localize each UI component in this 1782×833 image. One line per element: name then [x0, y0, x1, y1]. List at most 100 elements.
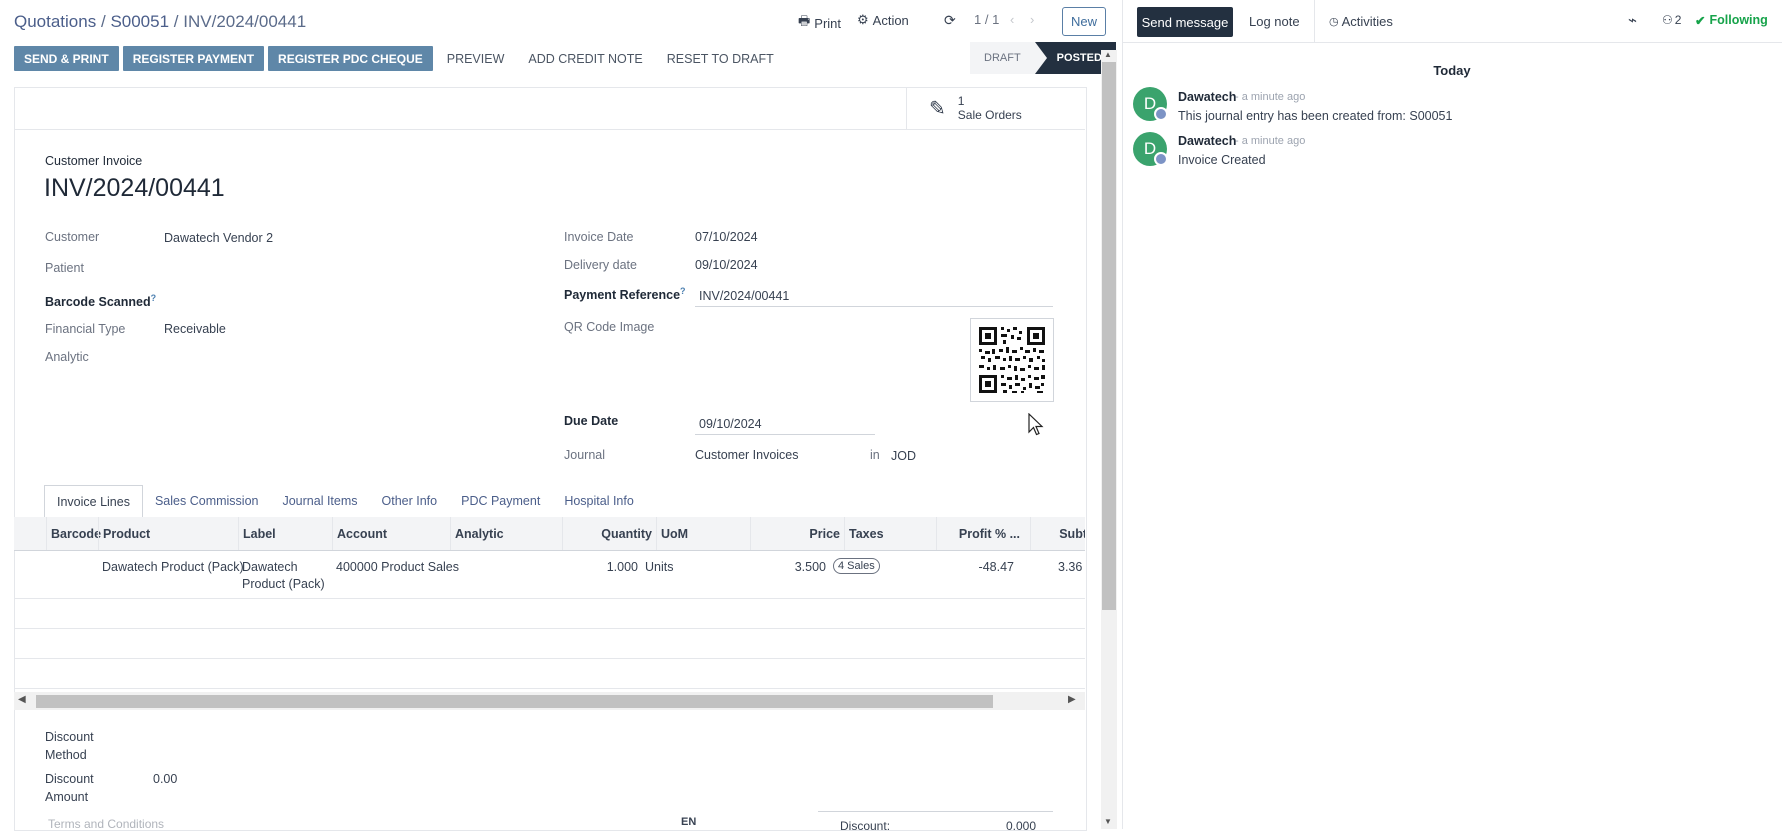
customer-label: Customer — [45, 230, 100, 244]
status-draft[interactable]: DRAFT — [970, 42, 1035, 74]
chatter-header-divider — [1122, 42, 1782, 43]
customer-field[interactable]: Dawatech Vendor 2 — [164, 231, 273, 245]
scroll-down-icon[interactable]: ▼ — [1104, 817, 1112, 826]
add-credit-note-button[interactable]: ADD CREDIT NOTE — [518, 46, 652, 71]
reset-to-draft-button[interactable]: RESET TO DRAFT — [657, 46, 784, 71]
date-separator: Today — [1433, 63, 1471, 78]
followers-count: 2 — [1674, 13, 1682, 27]
col-price[interactable]: Price — [750, 517, 844, 550]
tab-journal-items[interactable]: Journal Items — [270, 485, 369, 518]
action-button[interactable]: ⚙ Action — [857, 12, 909, 28]
sale-orders-smart-button[interactable]: ✎ 1 Sale Orders — [906, 87, 1084, 129]
pager-prev-icon[interactable]: ‹ — [1010, 12, 1014, 27]
qr-code-label: QR Code Image — [564, 320, 655, 334]
row-label-line1[interactable]: Dawatech — [242, 560, 298, 574]
col-subtotal[interactable]: Subt — [1030, 517, 1085, 550]
barcode-scanned-text: Barcode Scanned — [45, 295, 151, 310]
row-subtotal[interactable]: 3.36 — [1058, 560, 1085, 574]
col-uom[interactable]: UoM — [656, 517, 750, 550]
col-taxes[interactable]: Taxes — [844, 517, 936, 550]
col-product[interactable]: Product — [98, 517, 238, 550]
tab-other-info[interactable]: Other Info — [370, 485, 450, 518]
payment-reference-input[interactable]: INV/2024/00441 — [695, 289, 1053, 307]
row-product[interactable]: Dawatech Product (Pack) — [102, 560, 244, 574]
following-button[interactable]: ✔ Following — [1695, 13, 1768, 28]
language-badge[interactable]: EN — [681, 816, 696, 828]
log-note-button[interactable]: Log note — [1249, 14, 1300, 29]
register-payment-button[interactable]: REGISTER PAYMENT — [122, 46, 265, 71]
new-button[interactable]: New — [1062, 7, 1106, 36]
payment-reference-text: Payment Reference — [564, 288, 681, 303]
totals-divider — [818, 811, 1053, 812]
row-uom[interactable]: Units — [645, 560, 673, 574]
journal-field[interactable]: Customer Invoices — [695, 448, 799, 462]
message-body: Invoice Created — [1178, 153, 1266, 167]
row-profit[interactable]: -48.47 — [940, 560, 1014, 574]
row-taxes[interactable]: 4 Sales — [833, 558, 880, 574]
table-row[interactable] — [14, 550, 1085, 598]
col-barcode[interactable]: Barcode — [46, 517, 101, 550]
send-print-button[interactable]: SEND & PRINT — [14, 46, 119, 71]
due-date-input[interactable]: 09/10/2024 — [695, 417, 875, 435]
row-price[interactable]: 3.500 — [740, 560, 826, 574]
register-pdc-cheque-button[interactable]: REGISTER PDC CHEQUE — [268, 46, 433, 71]
tab-sales-commission[interactable]: Sales Commission — [143, 485, 271, 518]
col-analytic[interactable]: Analytic — [450, 517, 562, 550]
scroll-up-icon[interactable]: ▲ — [1104, 50, 1112, 59]
horizontal-scrollbar-thumb[interactable] — [36, 695, 993, 708]
col-account[interactable]: Account — [332, 517, 450, 550]
message-author[interactable]: Dawatech — [1178, 90, 1236, 104]
status-bar: DRAFT POSTED — [970, 42, 1116, 74]
tab-invoice-lines[interactable]: Invoice Lines — [44, 485, 143, 518]
invoice-date-field[interactable]: 07/10/2024 — [695, 230, 758, 244]
help-icon[interactable]: ? — [151, 293, 157, 303]
activities-button[interactable]: ◷ Activities — [1329, 14, 1393, 29]
send-message-button[interactable]: Send message — [1137, 7, 1233, 37]
discount-amount-label-2: Amount — [45, 790, 89, 804]
paperclip-icon[interactable]: ⌁ — [1628, 11, 1637, 29]
row-quantity[interactable]: 1.000 — [560, 560, 638, 574]
invoice-number: INV/2024/00441 — [44, 174, 225, 202]
financial-type-field[interactable]: Receivable — [164, 322, 226, 336]
discount-amount-field[interactable]: 0.00 — [153, 772, 177, 786]
followers-button[interactable]: ⚇ 2 — [1662, 13, 1681, 27]
payment-reference-label: Payment Reference? — [564, 286, 686, 302]
pager-next-icon[interactable]: › — [1030, 12, 1034, 27]
preview-button[interactable]: PREVIEW — [437, 46, 515, 71]
delivery-date-label: Delivery date — [564, 258, 637, 272]
row-account[interactable]: 400000 Product Sales — [336, 560, 459, 574]
pager-value[interactable]: 1 / 1 — [974, 12, 999, 27]
help-icon[interactable]: ? — [680, 286, 686, 296]
patient-label: Patient — [45, 261, 84, 275]
due-date-label: Due Date — [564, 414, 619, 428]
scroll-left-icon[interactable]: ◀ — [18, 694, 26, 705]
print-button[interactable]: 🖶 Print — [798, 12, 841, 34]
chatter-tab-divider — [1314, 0, 1315, 42]
tab-hospital-info[interactable]: Hospital Info — [552, 485, 645, 518]
vertical-scrollbar-thumb[interactable] — [1102, 62, 1116, 610]
row-divider — [14, 598, 1085, 599]
delivery-date-field[interactable]: 09/10/2024 — [695, 258, 758, 272]
col-quantity[interactable]: Quantity — [562, 517, 656, 550]
currency-field[interactable]: JOD — [891, 449, 916, 463]
message-body: This journal entry has been created from… — [1178, 109, 1453, 123]
invoice-date-label: Invoice Date — [564, 230, 634, 244]
scroll-right-icon[interactable]: ▶ — [1068, 694, 1076, 705]
row-divider — [14, 628, 1085, 629]
message-time: - a minute ago — [1235, 135, 1306, 147]
activities-label: Activities — [1341, 14, 1393, 29]
check-icon: ✔ — [1695, 14, 1706, 28]
presence-icon — [1154, 152, 1168, 166]
breadcrumb: Quotations / S00051 / INV/2024/00441 — [14, 12, 306, 32]
journal-in-label: in — [870, 448, 880, 462]
tab-pdc-payment[interactable]: PDC Payment — [449, 485, 552, 518]
discount-method-label-2: Method — [45, 748, 87, 762]
message-author[interactable]: Dawatech — [1178, 134, 1236, 148]
row-label-line2[interactable]: Product (Pack) — [242, 577, 325, 591]
refresh-icon[interactable]: ⟳ — [944, 12, 956, 29]
col-label[interactable]: Label — [238, 517, 332, 550]
row-divider — [14, 658, 1085, 659]
breadcrumb-quotations[interactable]: Quotations — [14, 12, 96, 31]
col-profit[interactable]: Profit % ... — [936, 517, 1030, 550]
breadcrumb-sale-order[interactable]: S00051 — [110, 12, 169, 31]
